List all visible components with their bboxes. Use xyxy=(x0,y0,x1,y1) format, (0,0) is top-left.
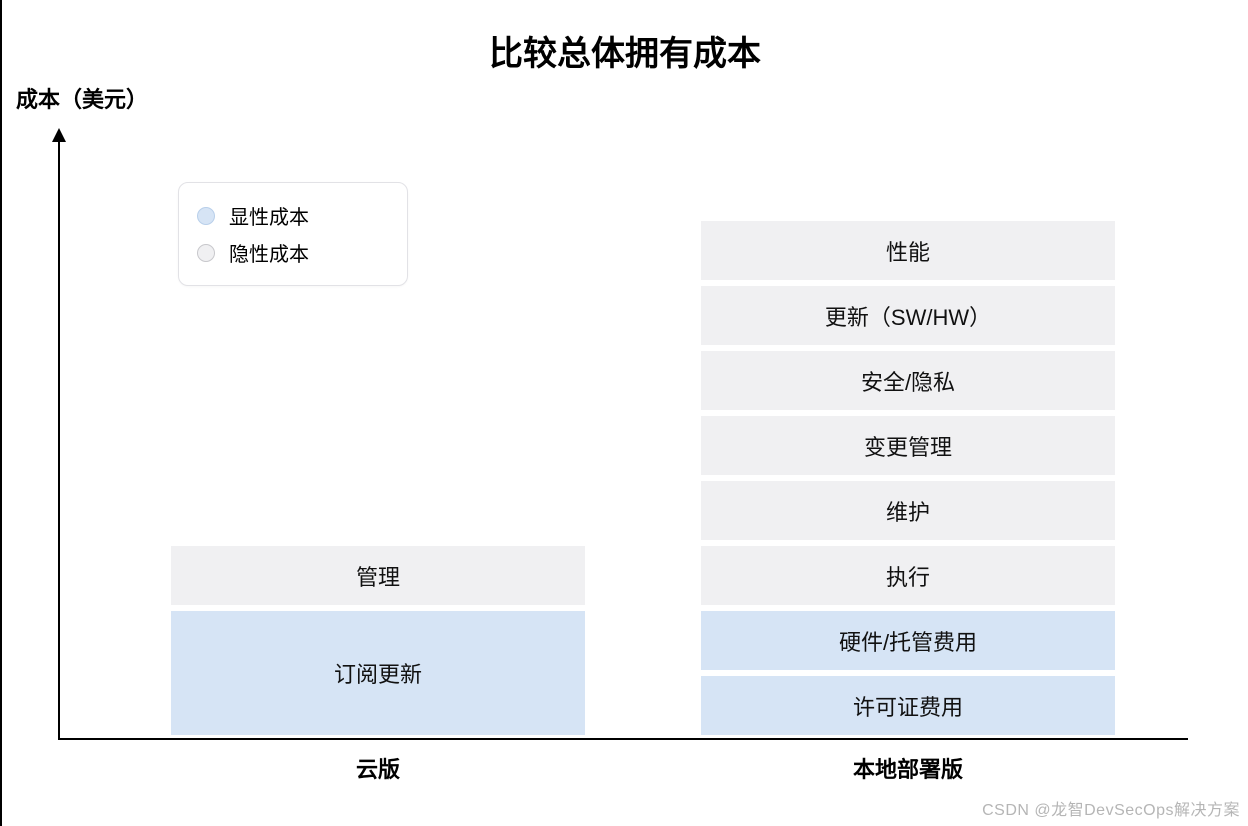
legend-label-hidden: 隐性成本 xyxy=(229,238,309,267)
circle-icon xyxy=(197,244,215,262)
legend-item-hidden: 隐性成本 xyxy=(197,234,389,271)
y-axis-line xyxy=(58,130,60,740)
chart-title: 比较总体拥有成本 xyxy=(2,26,1248,75)
bar-onprem: 许可证费用 硬件/托管费用 执行 维护 变更管理 安全/隐私 更新（SW/HW）… xyxy=(698,218,1118,738)
y-axis-arrow-icon xyxy=(52,128,66,142)
segment-execute: 执行 xyxy=(698,543,1118,608)
segment-change-mgmt: 变更管理 xyxy=(698,413,1118,478)
category-cloud: 云版 xyxy=(168,752,588,784)
x-axis-line xyxy=(58,738,1188,740)
segment-maintain: 维护 xyxy=(698,478,1118,543)
category-onprem: 本地部署版 xyxy=(698,752,1118,784)
legend-item-explicit: 显性成本 xyxy=(197,197,389,234)
legend-label-explicit: 显性成本 xyxy=(229,201,309,230)
chart-area: 显性成本 隐性成本 订阅更新 管理 许可证费用 硬件/托管费用 执行 维护 变更… xyxy=(58,130,1188,740)
watermark: CSDN @龙智DevSecOps解决方案 xyxy=(982,796,1240,820)
circle-icon xyxy=(197,207,215,225)
segment-hw-hosting: 硬件/托管费用 xyxy=(698,608,1118,673)
segment-subscription: 订阅更新 xyxy=(168,608,588,738)
segment-security: 安全/隐私 xyxy=(698,348,1118,413)
segment-performance: 性能 xyxy=(698,218,1118,283)
legend: 显性成本 隐性成本 xyxy=(178,182,408,286)
segment-license: 许可证费用 xyxy=(698,673,1118,738)
y-axis-label: 成本（美元） xyxy=(16,82,148,114)
bar-cloud: 订阅更新 管理 xyxy=(168,543,588,738)
segment-updates: 更新（SW/HW） xyxy=(698,283,1118,348)
segment-management: 管理 xyxy=(168,543,588,608)
